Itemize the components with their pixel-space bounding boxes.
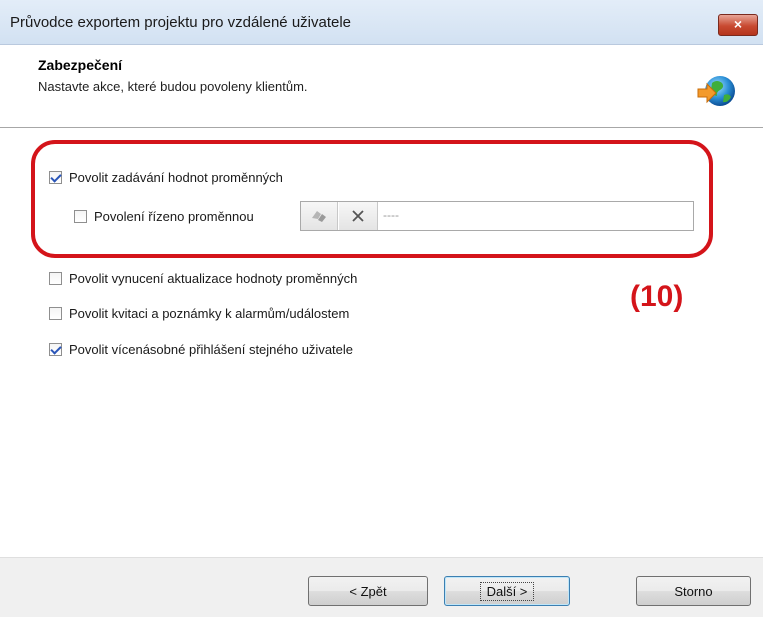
close-button[interactable]: × — [718, 14, 758, 36]
back-button[interactable]: < Zpět — [308, 576, 428, 606]
wizard-window: Průvodce exportem projektu pro vzdálené … — [0, 0, 763, 617]
window-title: Průvodce exportem projektu pro vzdálené … — [10, 14, 352, 31]
clear-icon — [352, 210, 364, 222]
variable-value: ---- — [383, 208, 399, 222]
page-title: Zabezpečení — [38, 57, 123, 73]
option-multi-login[interactable]: Povolit vícenásobné přihlášení stejného … — [49, 342, 353, 357]
back-button-label: < Zpět — [349, 583, 387, 599]
variable-pick-button[interactable] — [301, 202, 338, 230]
wizard-header: Zabezpečení Nastavte akce, které budou p… — [0, 45, 763, 128]
checkbox-permission-by-variable[interactable] — [74, 210, 87, 223]
option-label: Povolit zadávání hodnot proměnných — [69, 170, 283, 185]
variable-selector-field[interactable]: ---- — [300, 201, 694, 231]
option-acknowledge[interactable]: Povolit kvitaci a poznámky k alarmům/udá… — [49, 306, 349, 321]
option-label: Povolit vynucení aktualizace hodnoty pro… — [69, 271, 358, 286]
checkbox-allow-variable-input[interactable] — [49, 171, 62, 184]
option-label: Povolení řízeno proměnnou — [94, 209, 254, 224]
wizard-footer: < Zpět Další > Storno — [0, 557, 763, 617]
annotation-highlight — [31, 140, 713, 258]
option-allow-variable-input[interactable]: Povolit zadávání hodnot proměnných — [49, 170, 283, 185]
cancel-button-label: Storno — [674, 583, 713, 599]
page-subtitle: Nastavte akce, které budou povoleny klie… — [38, 79, 308, 94]
variable-icon — [312, 211, 326, 222]
option-label: Povolit vícenásobné přihlášení stejného … — [69, 342, 354, 357]
option-label: Povolit kvitaci a poznámky k alarmům/udá… — [69, 306, 350, 321]
cancel-button[interactable]: Storno — [636, 576, 751, 606]
title-bar: Průvodce exportem projektu pro vzdálené … — [0, 0, 763, 45]
checkbox-acknowledge[interactable] — [49, 307, 62, 320]
annotation-label: (10) — [630, 280, 684, 313]
clear-variable-button[interactable] — [339, 202, 378, 230]
checkbox-force-update[interactable] — [49, 272, 62, 285]
close-icon: × — [733, 16, 743, 32]
globe-export-icon — [697, 76, 735, 106]
option-force-update[interactable]: Povolit vynucení aktualizace hodnoty pro… — [49, 271, 357, 286]
next-button[interactable]: Další > — [444, 576, 570, 606]
next-button-label: Další > — [479, 581, 535, 601]
checkbox-multi-login[interactable] — [49, 343, 62, 356]
option-permission-by-variable[interactable]: Povolení řízeno proměnnou — [74, 209, 254, 224]
